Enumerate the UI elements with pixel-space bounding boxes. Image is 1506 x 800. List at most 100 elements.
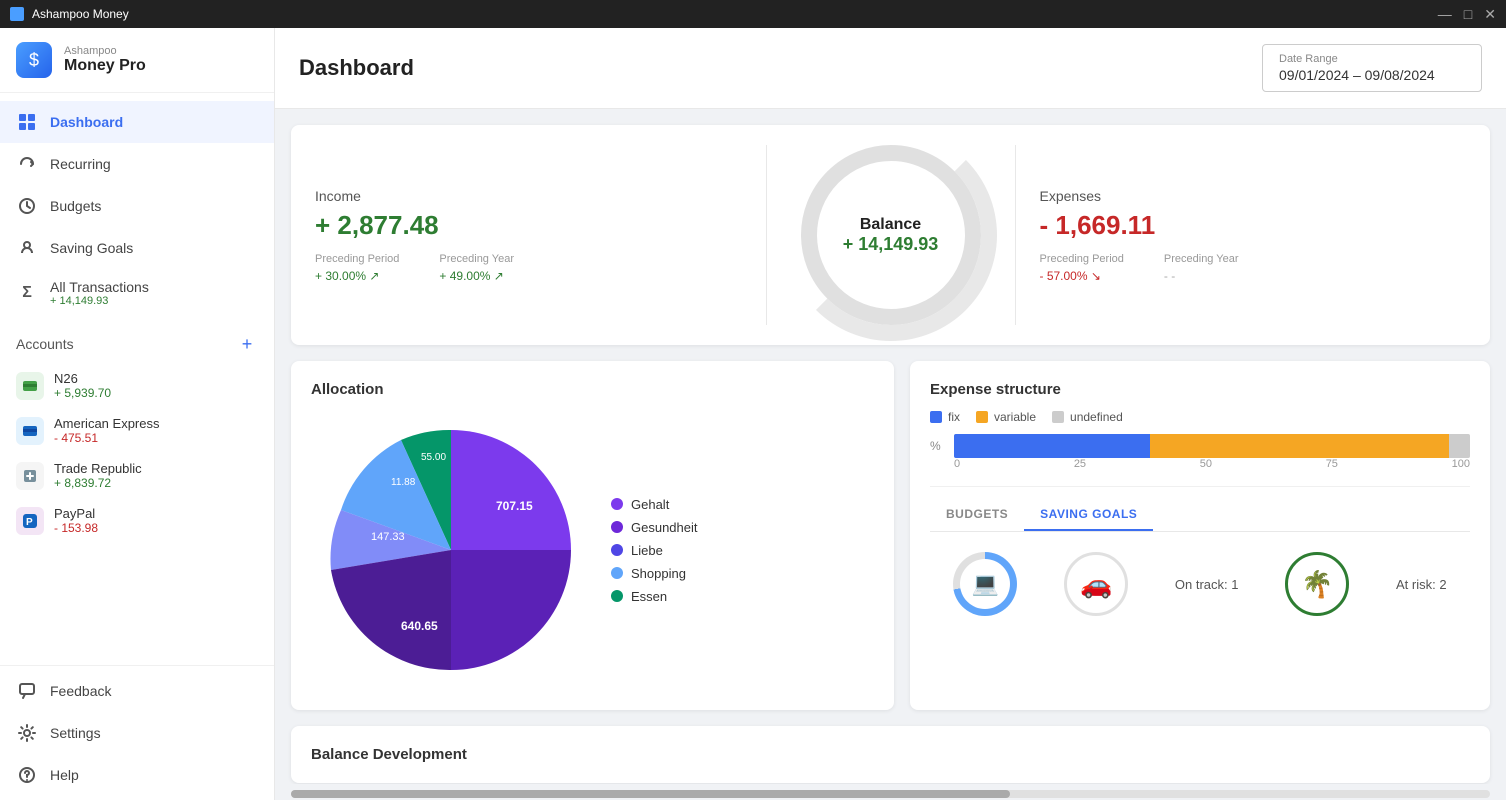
sidebar-item-recurring[interactable]: Recurring [0, 143, 274, 185]
account-item-trade-republic[interactable]: Trade Republic + 8,839.72 [16, 453, 258, 498]
saving-goals-icon [16, 237, 38, 259]
undefined-color [1052, 411, 1064, 423]
add-account-button[interactable]: + [236, 333, 258, 355]
expense-structure: Expense structure fix variable [930, 381, 1470, 470]
sidebar-item-dashboard[interactable]: Dashboard [0, 101, 274, 143]
saving-goals-tab[interactable]: SAVING GOALS [1024, 499, 1153, 531]
scrollbar-thumb[interactable] [291, 790, 1010, 798]
sidebar-header: $ Ashampoo Money Pro [0, 28, 274, 93]
svg-text:640.65: 640.65 [401, 619, 438, 633]
arrow-up-icon: ↗ [369, 269, 379, 283]
app-icon [10, 7, 24, 21]
balance-title: Balance [860, 216, 921, 234]
maximize-button[interactable]: □ [1464, 6, 1472, 23]
shopping-label: Shopping [631, 566, 686, 581]
income-preceding-period-label: Preceding Period [315, 253, 399, 265]
paypal-icon: P [16, 507, 44, 535]
paypal-info: PayPal - 153.98 [54, 506, 98, 535]
goal-icon-1: 💻 [953, 552, 1017, 616]
account-item-paypal[interactable]: P PayPal - 153.98 [16, 498, 258, 543]
date-range-box[interactable]: Date Range 09/01/2024 – 09/08/2024 [1262, 44, 1482, 92]
close-button[interactable]: ✕ [1484, 6, 1496, 23]
undefined-legend: undefined [1052, 410, 1123, 424]
balance-amount: + 14,149.93 [843, 234, 939, 255]
sidebar-brand: Ashampoo Money Pro [64, 45, 146, 75]
income-preceding-year: Preceding Year + 49.00% ↗ [439, 253, 514, 283]
income-preceding-period: Preceding Period + 30.00% ↗ [315, 253, 399, 283]
sidebar-item-budgets[interactable]: Budgets [0, 185, 274, 227]
expense-card: Expense structure fix variable [910, 361, 1490, 710]
sidebar-logo: $ [16, 42, 52, 78]
gesundheit-dot [611, 521, 623, 533]
amex-balance: - 475.51 [54, 431, 159, 445]
sidebar-item-saving-goals[interactable]: Saving Goals [0, 227, 274, 269]
gesundheit-label: Gesundheit [631, 520, 698, 535]
undefined-bar [1449, 434, 1470, 458]
on-track-label: On track: 1 [1175, 577, 1239, 592]
title-bar-controls: — □ ✕ [1438, 6, 1496, 23]
tab-headers: BUDGETS SAVING GOALS [930, 499, 1470, 532]
bottom-row: Allocation [291, 361, 1490, 710]
feedback-icon [16, 680, 38, 702]
goal-emoji-1: 💻 [960, 559, 1010, 609]
accounts-title: Accounts [16, 336, 74, 352]
sidebar-item-settings[interactable]: Settings [0, 712, 274, 754]
expenses-section: Expenses - 1,669.11 Preceding Period - 5… [1040, 188, 1467, 283]
svg-text:P: P [26, 517, 33, 528]
account-item-amex[interactable]: American Express - 475.51 [16, 408, 258, 453]
essen-dot [611, 590, 623, 602]
legend-shopping: Shopping [611, 566, 698, 581]
expenses-preceding-year: Preceding Year - - [1164, 253, 1239, 283]
allocation-title: Allocation [311, 381, 874, 398]
accounts-header: Accounts + [16, 333, 258, 355]
scrollbar-area [275, 784, 1506, 800]
expenses-amount: - 1,669.11 [1040, 210, 1467, 241]
expenses-label: Expenses [1040, 188, 1467, 204]
arrow-up2-icon: ↗ [494, 269, 504, 283]
liebe-label: Liebe [631, 543, 663, 558]
scrollbar-track[interactable] [291, 790, 1490, 798]
balance-circle: Balance + 14,149.93 [801, 145, 981, 325]
variable-label: variable [994, 410, 1036, 424]
fix-bar [954, 434, 1150, 458]
variable-bar [1150, 434, 1449, 458]
fix-color [930, 411, 942, 423]
sidebar-item-all-transactions[interactable]: Σ All Transactions + 14,149.93 [0, 269, 274, 317]
income-label: Income [315, 188, 742, 204]
account-item-n26[interactable]: N26 + 5,939.70 [16, 363, 258, 408]
settings-label: Settings [50, 725, 101, 741]
recurring-label: Recurring [50, 156, 111, 172]
pie-area: 707.15 640.65 147.33 11.88 55.00 [311, 410, 874, 690]
sidebar-nav: Dashboard Recurring Budgets [0, 93, 274, 325]
svg-text:707.15: 707.15 [496, 499, 533, 513]
summary-card: Income + 2,877.48 Preceding Period + 30.… [291, 125, 1490, 345]
brand-bottom: Money Pro [64, 57, 146, 75]
title-bar-left: Ashampoo Money [10, 7, 129, 21]
budgets-tab[interactable]: BUDGETS [930, 499, 1024, 531]
main-header: Dashboard Date Range 09/01/2024 – 09/08/… [275, 28, 1506, 109]
goal-item-3: 🌴 [1285, 552, 1349, 616]
sidebar-bottom: Feedback Settings Help [0, 665, 274, 800]
help-label: Help [50, 767, 79, 783]
app-window: Ashampoo Money — □ ✕ $ Ashampoo Money Pr… [0, 0, 1506, 800]
tab-content: 💻 🚗 On track: 1 [930, 544, 1470, 624]
pie-legend: Gehalt Gesundheit Liebe [611, 497, 698, 604]
brand-top: Ashampoo [64, 45, 146, 57]
allocation-card: Allocation [291, 361, 894, 710]
help-icon [16, 764, 38, 786]
arrow-down-icon: ↘ [1091, 269, 1101, 283]
all-transactions-value: + 14,149.93 [50, 295, 149, 307]
svg-text:11.88: 11.88 [391, 477, 416, 488]
settings-icon [16, 722, 38, 744]
sidebar-item-feedback[interactable]: Feedback [0, 670, 274, 712]
trade-republic-name: Trade Republic [54, 461, 142, 476]
sidebar-item-help[interactable]: Help [0, 754, 274, 796]
svg-text:147.33: 147.33 [371, 531, 405, 543]
variable-color [976, 411, 988, 423]
balance-dev-card: Balance Development [291, 726, 1490, 783]
expense-bar-track [954, 434, 1470, 458]
dashboard-grid: Income + 2,877.48 Preceding Period + 30.… [275, 109, 1506, 784]
minimize-button[interactable]: — [1438, 6, 1452, 23]
logo-icon: $ [29, 50, 39, 71]
income-preceding-year-label: Preceding Year [439, 253, 514, 265]
